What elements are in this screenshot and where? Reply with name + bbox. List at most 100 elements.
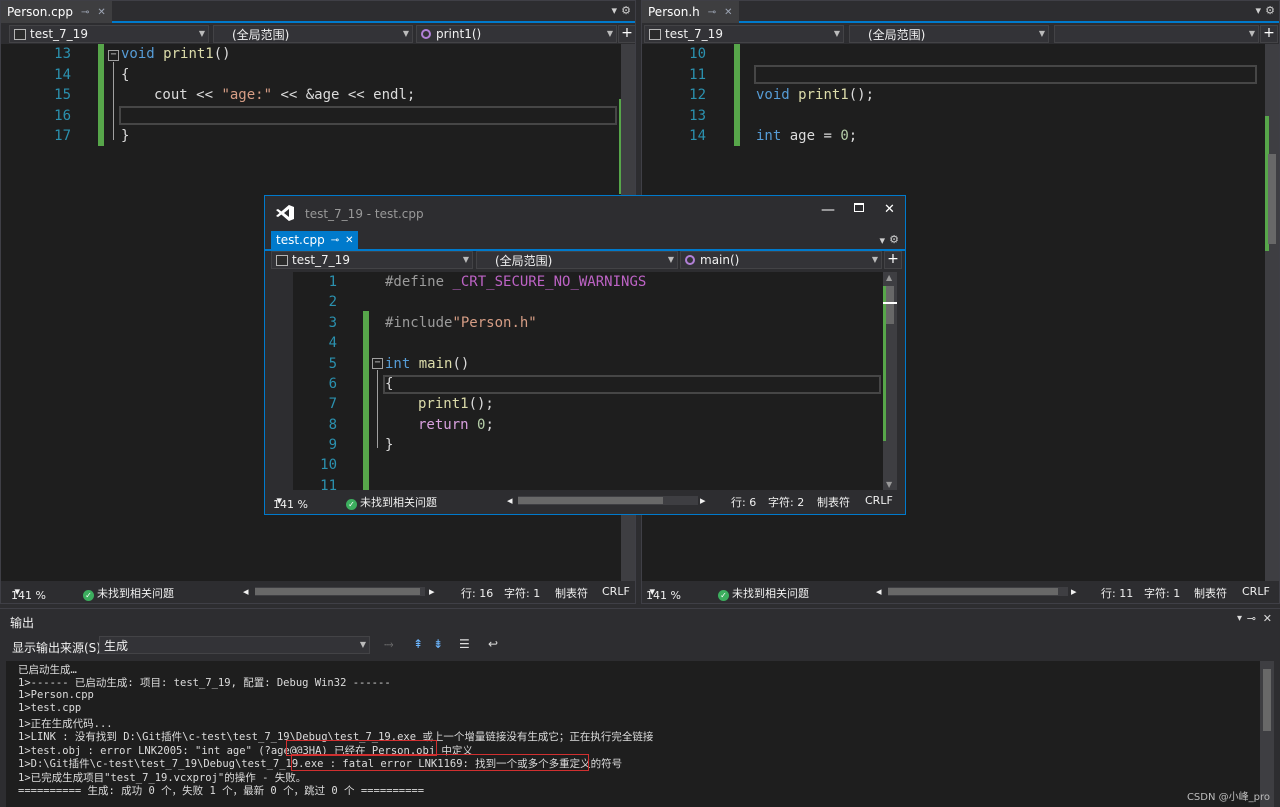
minimize-icon[interactable]: — — [821, 202, 835, 218]
project-dropdown[interactable]: test_7_19 ▼ — [271, 251, 473, 269]
tab-person-h[interactable]: Person.h ⊸ ✕ — [642, 1, 739, 23]
scroll-up-icon[interactable]: ▲ — [886, 273, 892, 282]
tab-person-cpp[interactable]: Person.cpp ⊸ ✕ — [1, 1, 112, 23]
close-icon[interactable]: ✕ — [345, 235, 353, 246]
scope-dropdown[interactable]: (全局范围) ▼ — [476, 251, 678, 269]
line-number: 6 — [328, 376, 337, 392]
pin-icon[interactable]: ⊸ — [1247, 612, 1256, 625]
scope-dropdown[interactable]: (全局范围) ▼ — [213, 25, 413, 43]
line-number: 13 — [54, 46, 71, 62]
clear-all-icon[interactable]: ☰ — [459, 637, 473, 651]
code-line-14: { — [121, 67, 130, 83]
tabs-indicator[interactable]: 制表符 — [1194, 585, 1227, 601]
zoom-dropdown[interactable]: 141 % ▾ — [273, 494, 308, 511]
scroll-thumb[interactable] — [518, 497, 663, 504]
floating-editor-window[interactable]: test_7_19 - test.cpp — ✕ test.cpp ⊸ ✕ ▾ … — [264, 195, 906, 515]
pin-icon[interactable]: ⊸ — [331, 235, 339, 246]
watermark: CSDN @小峰_pro — [1186, 792, 1270, 803]
scroll-thumb[interactable] — [886, 286, 894, 324]
find-message-icon[interactable]: ⤑ — [384, 637, 398, 651]
code-line-5: int main() — [385, 356, 469, 372]
gear-icon[interactable]: ⚙ — [1265, 4, 1275, 17]
line-indicator[interactable]: 行: 11 — [1101, 585, 1133, 601]
member-dropdown[interactable]: main() ▼ — [680, 251, 882, 269]
scope-dropdown[interactable]: (全局范围) ▼ — [849, 25, 1049, 43]
horizontal-scrollbar[interactable] — [518, 496, 698, 505]
horizontal-scrollbar[interactable] — [255, 587, 425, 596]
line-number: 5 — [328, 356, 337, 372]
issues-indicator[interactable]: ✓ 未找到相关问题 — [718, 585, 809, 601]
eol-indicator[interactable]: CRLF — [1242, 585, 1270, 598]
scroll-thumb[interactable] — [888, 588, 1058, 595]
collapse-icon[interactable]: − — [372, 358, 383, 369]
close-icon[interactable]: ✕ — [724, 7, 732, 18]
member-dropdown[interactable]: ▼ — [1054, 25, 1259, 43]
output-line: 1>------ 已启动生成: 项目: test_7_19, 配置: Debug… — [18, 677, 391, 689]
code-editor[interactable]: 1 2 3 4 5 6 7 8 9 10 11 − #define _CRT_S… — [293, 272, 883, 490]
maximize-icon[interactable] — [854, 203, 864, 212]
panel-dropdown-icon[interactable]: ▾ — [1237, 613, 1242, 624]
issues-indicator[interactable]: ✓ 未找到相关问题 — [346, 494, 437, 510]
tab-test-cpp[interactable]: test.cpp ⊸ ✕ — [271, 231, 359, 249]
issues-indicator[interactable]: ✓ 未找到相关问题 — [83, 585, 174, 601]
zoom-dropdown[interactable]: 141 % ▾ — [646, 585, 681, 602]
eol-indicator[interactable]: CRLF — [602, 585, 630, 598]
line-indicator[interactable]: 行: 16 — [461, 585, 493, 601]
char-indicator[interactable]: 字符: 1 — [1144, 585, 1180, 601]
char-indicator[interactable]: 字符: 2 — [768, 494, 804, 510]
tab-dropdown-icon[interactable]: ▾ — [1255, 4, 1261, 17]
line-number: 2 — [328, 294, 337, 310]
scroll-thumb[interactable] — [1268, 154, 1276, 244]
collapse-icon[interactable]: − — [108, 50, 119, 61]
output-text-area[interactable]: 已启动生成… 1>------ 已启动生成: 项目: test_7_19, 配置… — [6, 661, 1260, 807]
window-titlebar[interactable]: test_7_19 - test.cpp — ✕ — [265, 196, 905, 230]
vertical-scrollbar[interactable]: ▲ ▼ — [883, 272, 897, 490]
check-icon: ✓ — [346, 499, 357, 510]
zoom-value: 141 % — [646, 589, 681, 602]
code-line-6: { — [385, 376, 394, 392]
split-editor-button[interactable]: + — [618, 25, 635, 43]
previous-message-icon[interactable]: ⇞ — [413, 637, 427, 651]
tab-dropdown-icon[interactable]: ▾ — [611, 4, 617, 17]
split-editor-button[interactable]: + — [884, 251, 902, 269]
chevron-down-icon: ▼ — [833, 29, 840, 38]
pin-icon[interactable]: ⊸ — [708, 7, 716, 18]
tabs-indicator[interactable]: 制表符 — [555, 585, 588, 601]
zoom-dropdown[interactable]: 141 % ▾ — [11, 585, 46, 602]
word-wrap-icon[interactable]: ↩ — [488, 637, 502, 651]
next-message-icon[interactable]: ⇟ — [433, 637, 447, 651]
horizontal-scrollbar[interactable] — [888, 587, 1068, 596]
close-icon[interactable]: ✕ — [1263, 612, 1272, 625]
tab-dropdown-icon[interactable]: ▾ — [879, 234, 885, 247]
code-line-14: int age = 0; — [756, 128, 857, 144]
split-editor-button[interactable]: + — [1260, 25, 1278, 43]
scroll-thumb[interactable] — [255, 588, 420, 595]
gear-icon[interactable]: ⚙ — [889, 233, 899, 246]
scroll-left-icon[interactable]: ◂ — [876, 585, 882, 598]
vertical-scrollbar[interactable] — [1265, 44, 1279, 583]
scroll-left-icon[interactable]: ◂ — [243, 585, 249, 598]
scroll-thumb[interactable] — [1263, 669, 1271, 731]
char-indicator[interactable]: 字符: 1 — [504, 585, 540, 601]
scroll-right-icon[interactable]: ▸ — [1071, 585, 1077, 598]
close-icon[interactable]: ✕ — [97, 7, 105, 18]
tabs-indicator[interactable]: 制表符 — [817, 494, 850, 510]
pin-icon[interactable]: ⊸ — [81, 7, 89, 18]
code-line-12: void print1(); — [756, 87, 874, 103]
scroll-down-icon[interactable]: ▼ — [886, 480, 892, 489]
member-dropdown[interactable]: print1() ▼ — [416, 25, 617, 43]
vertical-scrollbar[interactable] — [1260, 661, 1274, 807]
scroll-left-icon[interactable]: ◂ — [507, 494, 513, 507]
scroll-right-icon[interactable]: ▸ — [700, 494, 706, 507]
scroll-right-icon[interactable]: ▸ — [429, 585, 435, 598]
line-indicator[interactable]: 行: 6 — [731, 494, 756, 510]
project-dropdown[interactable]: test_7_19 ▼ — [644, 25, 844, 43]
gear-icon[interactable]: ⚙ — [621, 4, 631, 17]
caret-position-marker — [883, 302, 897, 304]
line-number: 11 — [689, 67, 706, 83]
output-source-dropdown[interactable]: 生成 ▼ — [99, 636, 370, 654]
close-window-icon[interactable]: ✕ — [884, 202, 895, 217]
eol-indicator[interactable]: CRLF — [865, 494, 893, 507]
code-line-8: return 0; — [418, 417, 494, 433]
project-dropdown[interactable]: test_7_19 ▼ — [9, 25, 209, 43]
